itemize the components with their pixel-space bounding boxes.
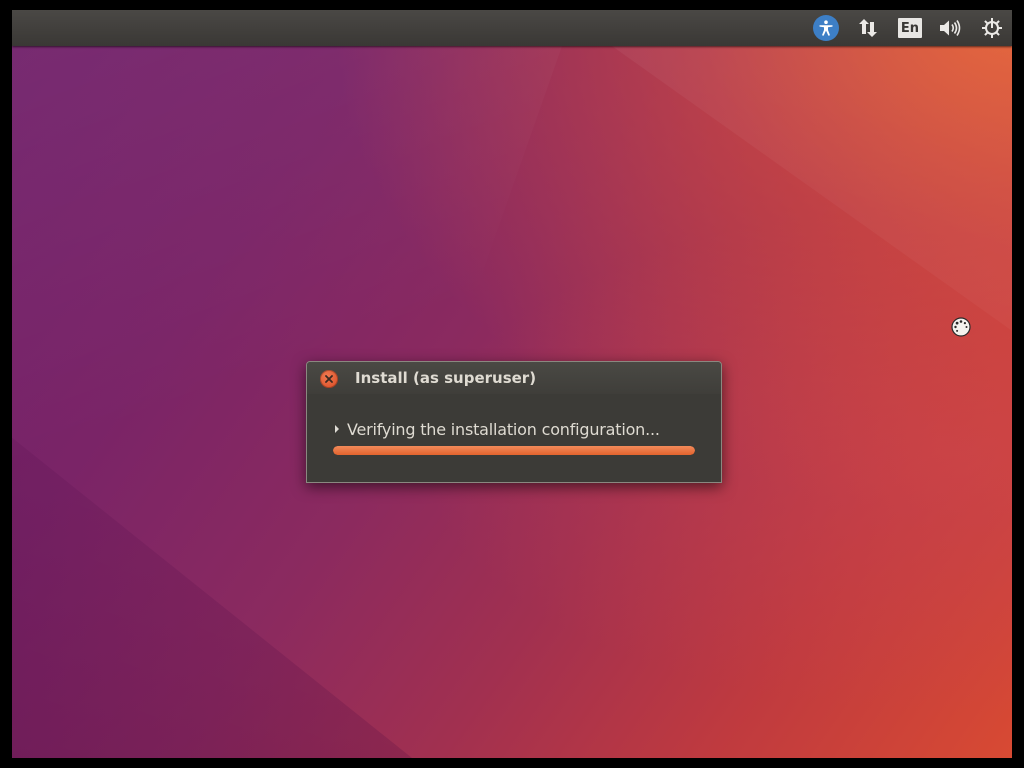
busy-spinner-icon (951, 317, 971, 337)
dialog-titlebar[interactable]: Install (as superuser) (307, 362, 721, 394)
expander-arrow-icon[interactable] (335, 425, 339, 433)
keyboard-layout-icon: En (898, 18, 922, 38)
top-panel: En (12, 10, 1012, 46)
accessibility-indicator[interactable] (810, 10, 842, 46)
accessibility-icon (813, 15, 839, 41)
close-icon (325, 375, 333, 383)
progress-bar (333, 446, 695, 455)
system-menu-indicator[interactable] (976, 10, 1008, 46)
volume-icon (940, 20, 961, 36)
desktop: En Install (as superuser) Verifying the … (12, 10, 1012, 758)
power-gear-icon (982, 18, 1002, 38)
status-text: Verifying the installation configuration… (347, 420, 660, 439)
network-indicator[interactable] (852, 10, 884, 46)
dialog-title: Install (as superuser) (355, 369, 537, 387)
keyboard-layout-label: En (900, 20, 920, 36)
progress-fill (333, 446, 695, 455)
network-arrows-icon (859, 19, 877, 37)
keyboard-layout-indicator[interactable]: En (894, 10, 926, 46)
install-dialog: Install (as superuser) Verifying the ins… (306, 361, 722, 483)
sound-indicator[interactable] (934, 10, 966, 46)
close-button[interactable] (320, 370, 338, 388)
